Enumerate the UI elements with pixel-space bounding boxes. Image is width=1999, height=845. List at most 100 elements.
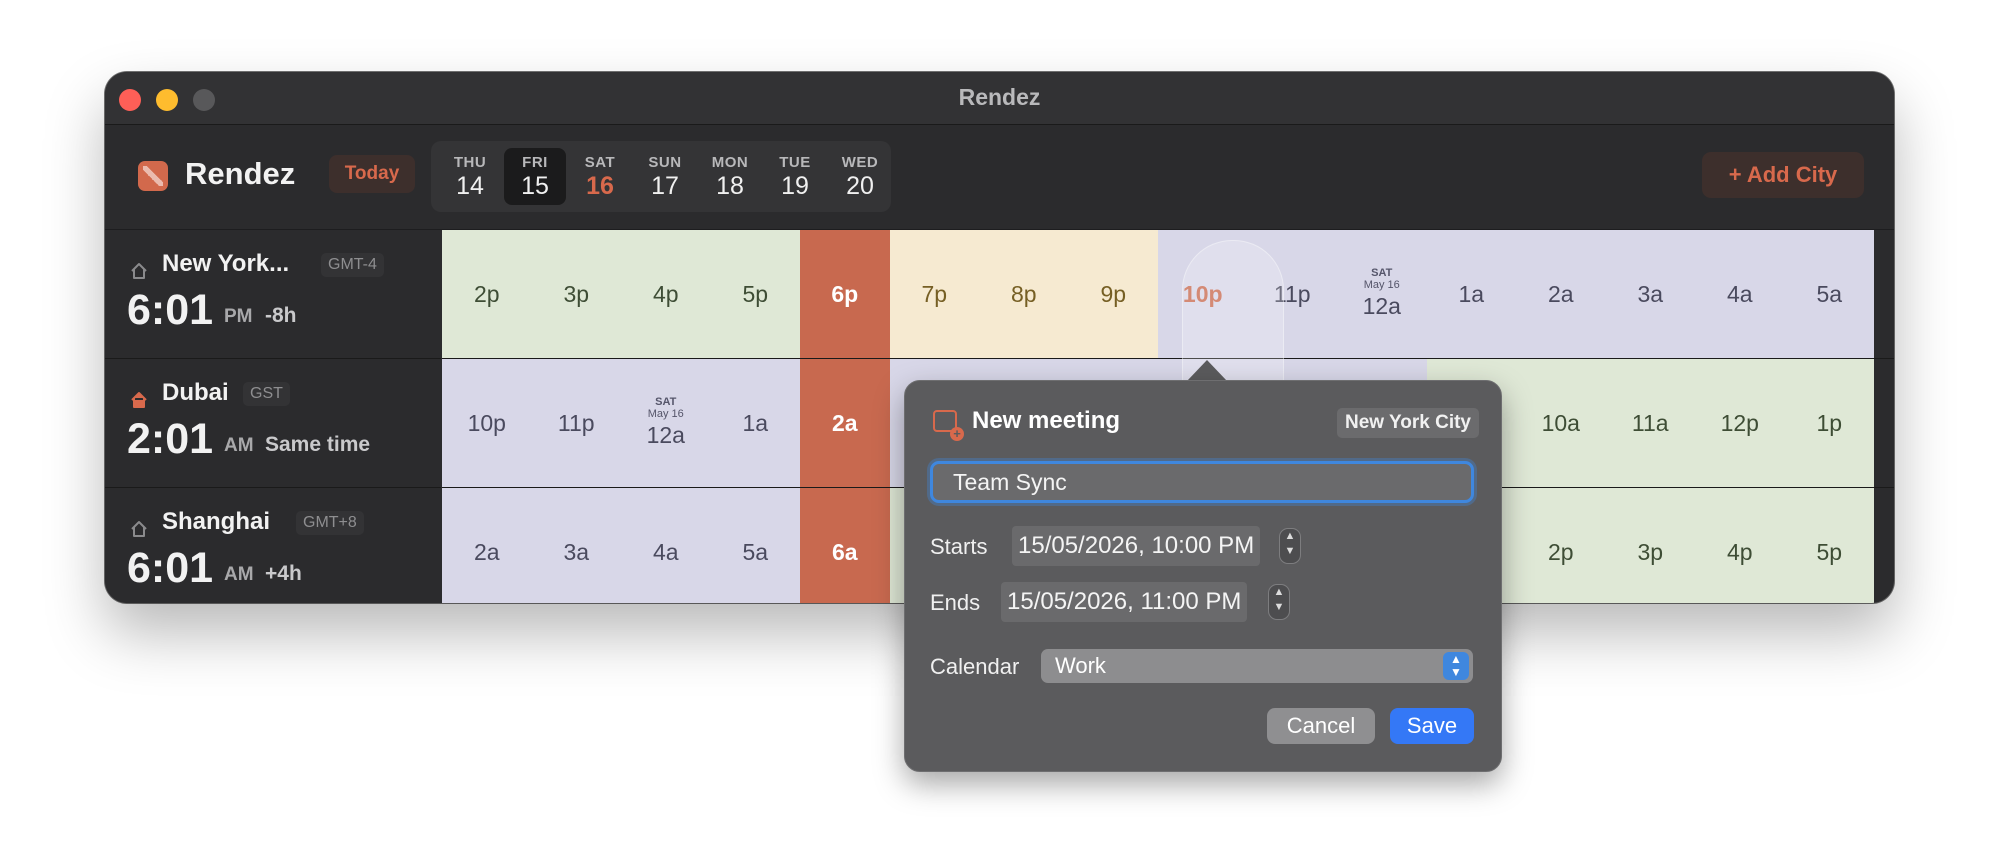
hour-cell[interactable]: 7p xyxy=(889,230,979,358)
hour-cell[interactable]: 2p xyxy=(1516,488,1606,603)
home-icon xyxy=(129,519,149,539)
hour-cell[interactable]: 6a xyxy=(800,488,890,603)
hour-cell[interactable]: 2a xyxy=(442,488,532,603)
home-icon xyxy=(129,261,149,281)
hour-cell[interactable]: 4p xyxy=(621,230,711,358)
city-sidebar: New York... GMT-4 6:01 PM -8h Dubai GST 2:01 AM S… xyxy=(105,230,441,603)
city-local-time: 6:01 xyxy=(127,286,214,334)
hour-label: 12a xyxy=(646,422,685,448)
title-bar: Rendez xyxy=(105,72,1894,125)
city-row[interactable]: Shanghai GMT+8 6:01 AM +4h xyxy=(105,488,441,603)
hour-cell[interactable]: 6p xyxy=(800,230,890,358)
hour-cell[interactable]: 3p xyxy=(1605,488,1695,603)
date-marker-label: May 16 xyxy=(1363,279,1400,291)
calendar-label: Calendar xyxy=(930,654,1020,679)
hour-cell[interactable]: SAT May 16 12a xyxy=(621,359,711,487)
timeline-row-new-york: 2p 3p 4p 5p 6p 7p 8p 9p 10p 11p SAT May 16 12a 1a 2a 3a… xyxy=(442,230,1894,359)
hour-cell[interactable]: 11a xyxy=(1605,359,1695,487)
city-row[interactable]: New York... GMT-4 6:01 PM -8h xyxy=(105,230,441,359)
day-tab-sat[interactable]: SAT 16 xyxy=(569,148,631,205)
meeting-title-input[interactable] xyxy=(933,464,1471,500)
city-time-offset: Same time xyxy=(265,433,371,456)
hour-cell[interactable]: 3a xyxy=(531,488,621,603)
city-ampm: AM xyxy=(224,435,254,456)
calendar-select[interactable]: Work ▲ ▼ xyxy=(1041,649,1473,683)
day-number-label: 14 xyxy=(456,172,484,200)
hour-cell[interactable]: 2a xyxy=(1516,230,1606,358)
hour-cell[interactable]: 10p xyxy=(442,359,532,487)
day-tab-fri[interactable]: FRI 15 xyxy=(504,148,566,205)
hour-cell[interactable]: 5a xyxy=(710,488,800,603)
day-number-label: 15 xyxy=(521,172,549,200)
day-tab-mon[interactable]: MON 18 xyxy=(699,148,761,205)
day-number-label: 16 xyxy=(586,172,614,200)
meeting-title-field[interactable] xyxy=(930,461,1474,503)
hour-cell[interactable]: 5p xyxy=(1784,488,1874,603)
day-marker-label: SAT xyxy=(1371,267,1393,279)
hour-cell[interactable]: 5p xyxy=(710,230,800,358)
date-marker-label: May 16 xyxy=(647,408,684,420)
hour-cell[interactable]: 5a xyxy=(1784,230,1874,358)
day-number-label: 17 xyxy=(651,172,679,200)
day-marker-label: SAT xyxy=(655,396,677,408)
starts-stepper[interactable]: ▲ ▼ xyxy=(1279,528,1301,564)
add-city-button[interactable]: + Add City xyxy=(1702,152,1864,198)
city-name: Shanghai xyxy=(162,508,271,535)
day-of-week-label: TUE xyxy=(779,154,811,171)
timezone-badge: GMT-4 xyxy=(321,253,384,277)
hour-cell[interactable]: 8p xyxy=(979,230,1069,358)
city-badge: New York City xyxy=(1336,408,1479,438)
city-local-time: 2:01 xyxy=(127,415,214,463)
day-tab-wed[interactable]: WED 20 xyxy=(829,148,891,205)
day-number-label: 19 xyxy=(781,172,809,200)
hour-cell[interactable]: 2p xyxy=(442,230,532,358)
hour-cell[interactable]: 4p xyxy=(1695,488,1785,603)
day-selector: THU 14 FRI 15 SAT 16 SUN 17 MON 18 TUE 19 WED 20 xyxy=(431,141,891,212)
window-title: Rendez xyxy=(958,84,1041,110)
popover-title: New meeting xyxy=(972,407,1121,434)
today-button[interactable]: Today xyxy=(329,155,415,193)
day-tab-sun[interactable]: SUN 17 xyxy=(634,148,696,205)
city-local-time: 6:01 xyxy=(127,544,214,592)
hour-cell[interactable]: SAT May 16 12a xyxy=(1337,230,1427,358)
day-number-label: 20 xyxy=(846,172,874,200)
day-of-week-label: MON xyxy=(711,154,749,171)
city-time-offset: +4h xyxy=(265,562,302,585)
hour-cell[interactable]: 10a xyxy=(1516,359,1606,487)
day-of-week-label: SUN xyxy=(648,154,682,171)
day-of-week-label: WED xyxy=(841,154,879,171)
starts-datetime-field[interactable]: 15/05/2026, 10:00 PM xyxy=(1012,526,1261,566)
hour-cell[interactable]: 1p xyxy=(1784,359,1874,487)
day-tab-tue[interactable]: TUE 19 xyxy=(764,148,826,205)
app-name: Rendez xyxy=(185,156,296,191)
save-button[interactable]: Save xyxy=(1390,708,1474,744)
ends-datetime-field[interactable]: 15/05/2026, 11:00 PM xyxy=(1001,582,1248,622)
hour-cell[interactable]: 2a xyxy=(800,359,890,487)
city-time-offset: -8h xyxy=(265,304,297,327)
day-tab-thu[interactable]: THU 14 xyxy=(439,148,501,205)
city-name: New York... xyxy=(162,250,290,277)
hour-cell[interactable]: 3a xyxy=(1605,230,1695,358)
hour-cell[interactable]: 4a xyxy=(1695,230,1785,358)
city-row[interactable]: Dubai GST 2:01 AM Same time xyxy=(105,359,441,488)
day-of-week-label: FRI xyxy=(522,154,548,171)
day-number-label: 18 xyxy=(716,172,744,200)
hour-cell[interactable]: 11p xyxy=(531,359,621,487)
ends-label: Ends xyxy=(930,590,981,615)
ends-stepper[interactable]: ▲ ▼ xyxy=(1268,584,1290,620)
calendar-select-value: Work xyxy=(1055,653,1106,678)
hour-cell[interactable]: 1a xyxy=(1426,230,1516,358)
popover-arrow xyxy=(1187,360,1227,381)
cancel-button[interactable]: Cancel xyxy=(1267,708,1375,744)
home-icon xyxy=(129,390,149,410)
calendar-add-icon xyxy=(933,410,964,441)
city-name: Dubai xyxy=(162,379,229,406)
hour-cell[interactable]: 4a xyxy=(621,488,711,603)
chevron-up-down-icon: ▲ ▼ xyxy=(1443,652,1469,680)
hour-cell[interactable]: 3p xyxy=(531,230,621,358)
hour-cell[interactable]: 9p xyxy=(1068,230,1158,358)
day-of-week-label: THU xyxy=(453,154,487,171)
hour-cell[interactable]: 1a xyxy=(710,359,800,487)
toolbar: Rendez Today THU 14 FRI 15 SAT 16 SUN 17 MON 18 TU… xyxy=(105,125,1894,230)
hour-cell[interactable]: 12p xyxy=(1695,359,1785,487)
